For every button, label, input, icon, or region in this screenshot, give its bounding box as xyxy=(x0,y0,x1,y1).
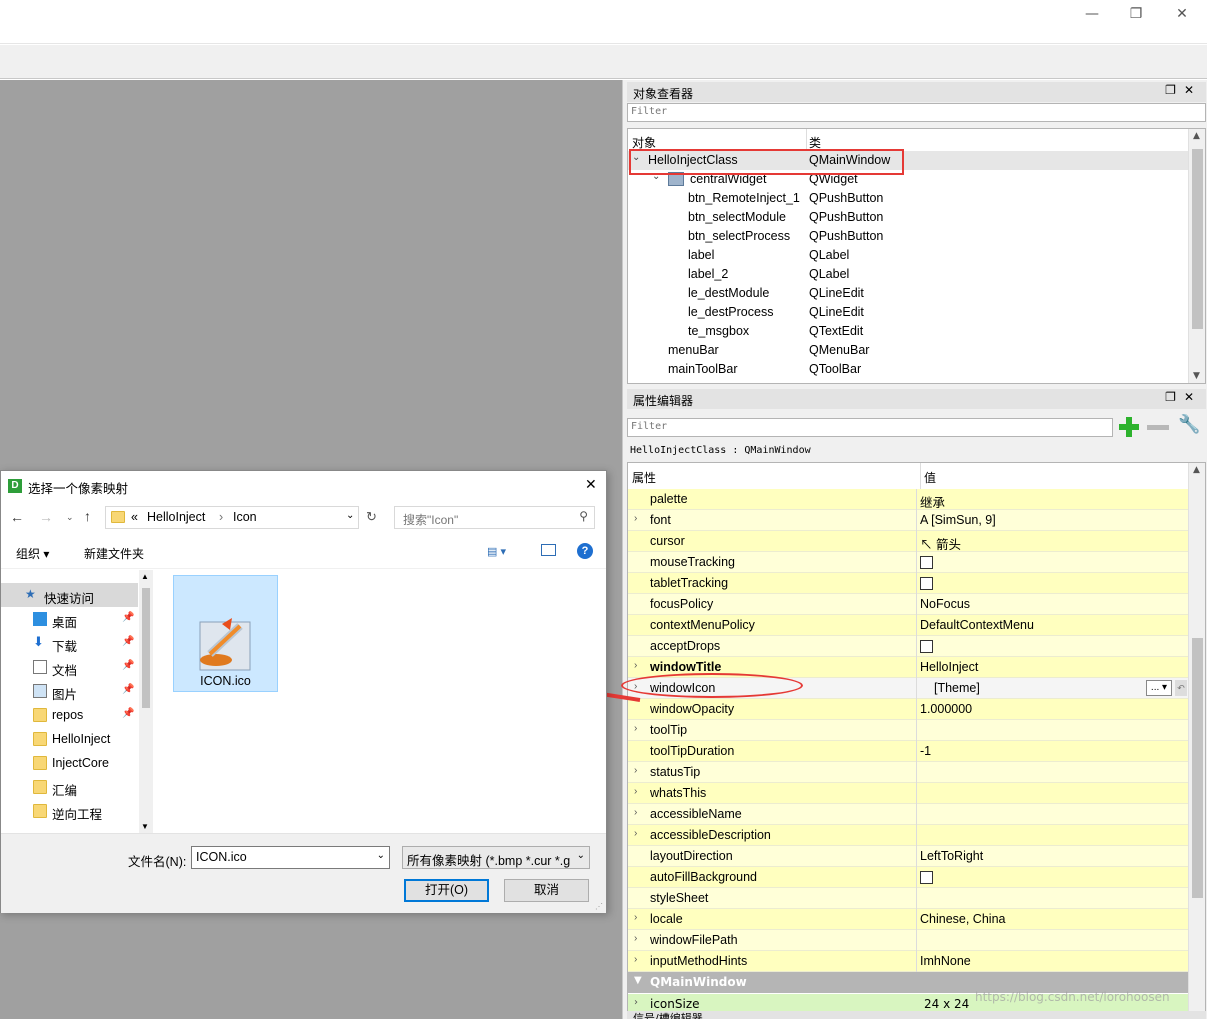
nav-item[interactable]: 文档 📌 xyxy=(1,655,138,679)
filename-input[interactable]: ICON.ico ⌄ xyxy=(191,846,390,869)
chevron-down-icon[interactable]: ⌄ xyxy=(576,850,585,861)
nav-item-label: repos xyxy=(52,708,84,722)
navigation-pane: ★ 快速访问 桌面 📌 ⬇ 下载 📌 文档 📌 图片 📌 repos 📌 HelloInject Inj… xyxy=(1,570,153,833)
breadcrumb-separator-icon: › xyxy=(219,510,224,524)
filetype-select[interactable]: 所有像素映射 (*.bmp *.cur *.g ⌄ xyxy=(402,846,590,869)
nav-item-label: 桌面 xyxy=(52,616,78,630)
nav-item-label: 图片 xyxy=(52,688,78,702)
address-dropdown-icon[interactable]: ⌄ xyxy=(346,510,354,521)
desktop-icon xyxy=(33,612,47,626)
quick-access-label: 快速访问 xyxy=(44,592,95,606)
cancel-button[interactable]: 取消 xyxy=(504,879,589,902)
pin-icon: 📌 xyxy=(122,684,135,695)
recent-dropdown-icon[interactable]: ⌄ xyxy=(66,512,74,523)
breadcrumb-icon-folder[interactable]: Icon xyxy=(233,510,257,524)
file-dialog: D 选择一个像素映射 ✕ ← → ⌄ ↑ « HelloInject › Ico… xyxy=(0,470,607,913)
pin-icon: 📌 xyxy=(122,660,135,671)
nav-item-label: 汇编 xyxy=(52,784,78,798)
folder-icon xyxy=(33,804,47,818)
nav-item[interactable]: 桌面 📌 xyxy=(1,607,138,631)
nav-item[interactable]: repos 📌 xyxy=(1,703,138,727)
nav-item[interactable]: 汇编 xyxy=(1,775,138,799)
up-icon[interactable]: ↑ xyxy=(84,508,91,524)
nav-item-label: InjectCore xyxy=(52,756,109,770)
resize-grip-icon[interactable]: ⋰ xyxy=(595,902,603,911)
app-logo-icon: D xyxy=(8,479,22,493)
nav-item-label: 文档 xyxy=(52,664,78,678)
syringe-icon xyxy=(199,618,251,671)
nav-quick-access[interactable]: ★ 快速访问 xyxy=(1,583,138,607)
document-icon xyxy=(33,660,47,674)
dialog-title-bar: D 选择一个像素映射 ✕ xyxy=(1,471,606,501)
path-overflow[interactable]: « xyxy=(131,510,138,524)
star-icon: ★ xyxy=(25,587,36,601)
folder-icon xyxy=(33,708,47,722)
search-icon: ⚲ xyxy=(579,509,588,523)
folder-icon xyxy=(33,756,47,770)
folder-icon xyxy=(33,780,47,794)
open-button[interactable]: 打开(O) xyxy=(404,879,489,902)
dialog-title: 选择一个像素映射 xyxy=(28,482,129,496)
download-icon: ⬇ xyxy=(33,634,44,649)
address-bar[interactable]: « HelloInject › Icon ⌄ xyxy=(105,506,359,529)
nav-item[interactable]: InjectCore xyxy=(1,751,138,775)
folder-icon xyxy=(33,732,47,746)
watermark: https://blog.csdn.net/lorohoosen xyxy=(975,990,1170,1004)
search-input[interactable]: 搜索"Icon" ⚲ xyxy=(394,506,595,529)
pictures-icon xyxy=(33,684,47,698)
dialog-close-icon[interactable]: ✕ xyxy=(585,476,597,493)
refresh-icon[interactable]: ↻ xyxy=(366,509,377,525)
nav-item[interactable]: ⬇ 下载 📌 xyxy=(1,631,138,655)
dialog-bottom-bar: 文件名(N): ICON.ico ⌄ 所有像素映射 (*.bmp *.cur *… xyxy=(1,833,606,913)
nav-item-label: 下载 xyxy=(52,640,78,654)
nav-item[interactable]: HelloInject xyxy=(1,727,138,751)
pin-icon: 📌 xyxy=(122,612,135,623)
pin-icon: 📌 xyxy=(122,708,135,719)
file-item-icon-ico[interactable]: ICON.ico xyxy=(173,575,278,692)
nav-item-label: HelloInject xyxy=(52,732,111,746)
nav-item[interactable]: 逆向工程 xyxy=(1,799,138,823)
back-icon[interactable]: ← xyxy=(10,509,24,525)
nav-scrollbar[interactable]: ▲ ▼ xyxy=(139,570,153,833)
nav-item-label: 逆向工程 xyxy=(52,808,103,822)
command-bar: 组织 ▾ 新建文件夹 ▤ ▾ ? xyxy=(1,537,606,569)
view-icon[interactable]: ▤ ▾ xyxy=(487,545,506,558)
chevron-down-icon[interactable]: ⌄ xyxy=(377,850,385,861)
nav-item[interactable]: 图片 📌 xyxy=(1,679,138,703)
file-name-label: ICON.ico xyxy=(200,674,251,688)
pin-icon: 📌 xyxy=(122,636,135,647)
help-icon[interactable]: ? xyxy=(577,543,593,559)
forward-icon[interactable]: → xyxy=(39,509,53,525)
preview-pane-icon[interactable] xyxy=(541,544,556,556)
organize-menu[interactable]: 组织 ▾ xyxy=(16,545,49,562)
folder-icon xyxy=(111,511,125,523)
new-folder-button[interactable]: 新建文件夹 xyxy=(84,545,144,562)
breadcrumb-helloinject[interactable]: HelloInject xyxy=(147,510,205,524)
filename-label: 文件名(N): xyxy=(128,855,187,869)
